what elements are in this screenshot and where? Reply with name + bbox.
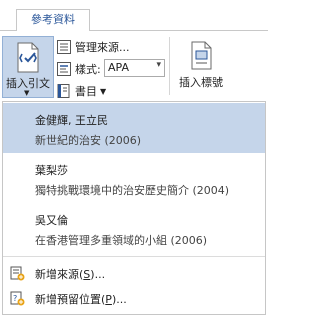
ribbon-citations-group: 插入引文 ▼ 管理來源... 樣式: APA ▾ 書目 ▼ 插入標號 xyxy=(0,31,268,101)
chevron-down-icon: ▾ xyxy=(156,60,161,70)
bibliography-button[interactable]: 書目 ▼ xyxy=(56,81,106,101)
svg-text:?: ? xyxy=(13,294,17,303)
insert-citation-button[interactable]: 插入引文 ▼ xyxy=(2,36,54,98)
manage-sources-label: 管理來源... xyxy=(75,41,130,54)
add-placeholder-icon: ? xyxy=(9,290,25,306)
add-source-icon xyxy=(9,265,25,281)
manage-sources-button[interactable]: 管理來源... xyxy=(56,37,130,57)
style-icon xyxy=(56,61,72,77)
citation-item[interactable]: 葉梨莎 獨特挑戰環境中的治安歷史簡介 (2004) xyxy=(3,153,265,203)
style-select[interactable]: APA ▾ xyxy=(104,59,165,77)
citation-author: 吳又倫 xyxy=(35,214,68,227)
insert-citation-icon xyxy=(15,42,43,77)
citation-item[interactable]: 金健輝, 王立民 新世紀的治安 (2006) xyxy=(3,103,265,153)
citation-dropdown: 金健輝, 王立民 新世紀的治安 (2006) 葉梨莎 獨特挑戰環境中的治安歷史簡… xyxy=(2,101,266,315)
citation-title: 新世紀的治安 (2006) xyxy=(35,134,142,147)
insert-caption-label: 插入標號 xyxy=(179,76,223,89)
bibliography-label: 書目 xyxy=(75,85,97,98)
add-placeholder-label: 新增預留位置(P)... xyxy=(35,293,127,306)
manage-sources-icon xyxy=(56,39,72,55)
chevron-down-icon: ▼ xyxy=(24,89,30,97)
add-source-label: 新增來源(S)... xyxy=(35,268,106,281)
ribbon-divider xyxy=(169,37,170,95)
citation-item[interactable]: 吳又倫 在香港管理多重領域的小組 (2006) xyxy=(3,203,265,253)
dropdown-divider xyxy=(3,256,265,257)
tab-references[interactable]: 參考資料 xyxy=(16,9,90,32)
citation-title: 獨特挑戰環境中的治安歷史簡介 (2004) xyxy=(35,184,230,197)
chevron-down-icon: ▼ xyxy=(100,86,107,96)
insert-caption-icon xyxy=(191,41,213,74)
style-label: 樣式: xyxy=(75,63,101,76)
insert-caption-button[interactable]: 插入標號 xyxy=(172,36,230,98)
citation-author: 金健輝, 王立民 xyxy=(35,114,108,127)
ribbon-tab-strip: 參考資料 xyxy=(0,0,268,32)
style-control: 樣式: xyxy=(56,59,101,79)
add-placeholder-command[interactable]: ? 新增預留位置(P)... xyxy=(3,287,265,309)
style-select-value: APA xyxy=(108,61,129,74)
bibliography-icon xyxy=(56,83,72,99)
citation-title: 在香港管理多重領域的小組 (2006) xyxy=(35,234,208,247)
citation-author: 葉梨莎 xyxy=(35,164,68,177)
add-source-command[interactable]: 新增來源(S)... xyxy=(3,262,265,284)
